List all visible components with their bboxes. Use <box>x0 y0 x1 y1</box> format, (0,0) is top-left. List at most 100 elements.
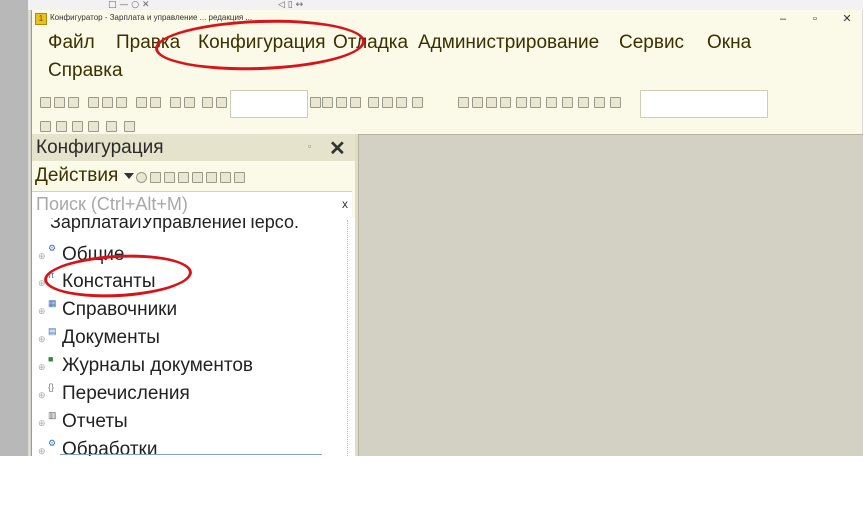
find-prev-icon[interactable] <box>350 97 361 108</box>
save-icon[interactable] <box>68 97 79 108</box>
preview-icon[interactable] <box>150 97 161 108</box>
config-panel-title: Конфигурация <box>36 137 164 158</box>
top-strip-glyphs-left: □ — ○ ✕ <box>108 0 150 10</box>
menu-service[interactable]: Сервис <box>619 31 684 55</box>
config-panel-header: Конфигурация ▫ ✕ <box>32 134 355 161</box>
new-icon[interactable] <box>40 97 51 108</box>
list-icon[interactable] <box>40 121 51 132</box>
folder-gears-icon: ⚙ <box>48 243 57 253</box>
close-window-button[interactable]: ✕ <box>836 11 858 27</box>
tree-root[interactable]: ЗарплатаИУправлениеПерсо. <box>50 218 299 233</box>
run-icon[interactable] <box>106 121 117 132</box>
enterprise-icon[interactable] <box>124 121 135 132</box>
expand-icon[interactable]: ⊕ <box>38 419 46 428</box>
paste-icon[interactable] <box>116 97 127 108</box>
find-icon[interactable] <box>202 97 213 108</box>
expand-icon[interactable]: ⊕ <box>38 391 46 400</box>
cut-icon[interactable] <box>88 97 99 108</box>
expand-icon[interactable]: ⊕ <box>38 335 46 344</box>
print-icon[interactable] <box>136 97 147 108</box>
tree-item-label: Отчеты <box>62 411 128 432</box>
tree-item-label: Журналы документов <box>62 355 254 376</box>
workspace-area <box>358 134 863 456</box>
actions-menu[interactable]: Действия <box>35 165 118 187</box>
pin-icon[interactable]: ▫ <box>308 141 311 151</box>
catalog-icon: ▦ <box>48 298 57 308</box>
properties-icon[interactable] <box>396 97 407 108</box>
window-title: Конфигуратор - Зарплата и управление ...… <box>50 13 253 22</box>
top-strip-glyphs-right: ◁ ▯ ↔ <box>278 0 304 10</box>
debug-step-icon[interactable] <box>472 97 483 108</box>
search-clear-icon[interactable]: x <box>342 197 348 211</box>
expand-icon[interactable]: ⊕ <box>38 252 46 261</box>
help-icon[interactable] <box>412 97 423 108</box>
stack-icon[interactable] <box>562 97 573 108</box>
menu-help[interactable]: Справка <box>48 59 123 83</box>
watch-icon[interactable] <box>530 97 541 108</box>
locals-icon[interactable] <box>578 97 589 108</box>
dropdown-arrow-icon[interactable] <box>310 97 321 108</box>
clear-search-icon[interactable] <box>322 97 333 108</box>
debug-step-over-icon[interactable] <box>486 97 497 108</box>
processing-icon: ⚙ <box>48 438 57 448</box>
delete-icon[interactable] <box>178 172 189 183</box>
measure-icon[interactable] <box>594 97 605 108</box>
tree-item-label: Справочники <box>62 299 178 320</box>
copy-item-icon[interactable] <box>164 172 175 183</box>
open-icon[interactable] <box>54 97 65 108</box>
close-panel-button[interactable]: ✕ <box>329 136 346 161</box>
tree-item-enums[interactable]: ⊕ {} Перечисления <box>32 381 342 407</box>
debug-start-icon[interactable] <box>458 97 469 108</box>
enum-icon: {} <box>48 382 55 392</box>
left-gutter <box>0 0 28 456</box>
search-icon[interactable] <box>216 97 227 108</box>
move-up-icon[interactable] <box>192 172 203 183</box>
debug-combo[interactable] <box>640 90 768 118</box>
timer-icon[interactable] <box>610 97 621 108</box>
tree-item-catalogs[interactable]: ⊕ ▦ Справочники <box>32 297 342 323</box>
redo-icon[interactable] <box>184 97 195 108</box>
config-search: x <box>32 191 352 220</box>
find-next-icon[interactable] <box>336 97 347 108</box>
undo-icon[interactable] <box>170 97 181 108</box>
module-icon[interactable] <box>88 121 99 132</box>
maximize-button[interactable]: ▫ <box>804 11 826 27</box>
tree-scrollbar[interactable] <box>347 220 350 456</box>
app-icon: 1 <box>35 13 47 25</box>
menu-windows[interactable]: Окна <box>707 31 751 55</box>
expand-icon[interactable]: ⊕ <box>38 307 46 316</box>
config-search-input[interactable] <box>32 192 346 217</box>
edit-icon[interactable] <box>150 172 161 183</box>
configurator-window: 1 Конфигуратор - Зарплата и управление .… <box>31 10 863 456</box>
syntax-icon[interactable] <box>368 97 379 108</box>
table-icon[interactable] <box>56 121 67 132</box>
menu-file[interactable]: Файл <box>48 31 95 55</box>
document-icon: ▤ <box>48 326 57 336</box>
tree-item-journals[interactable]: ⊕ ■ Журналы документов <box>32 353 342 379</box>
tree-item-documents[interactable]: ⊕ ▤ Документы <box>32 325 342 351</box>
breakpoint-icon[interactable] <box>516 97 527 108</box>
config-tree: ЗарплатаИУправлениеПерсо. ⊕ ⚙ Общие ⊕ π … <box>32 218 355 456</box>
main-toolbar <box>32 90 862 118</box>
journal-icon: ■ <box>48 354 54 364</box>
sort-icon[interactable] <box>220 172 231 183</box>
filter-icon[interactable] <box>234 172 245 183</box>
assistant-icon[interactable] <box>382 97 393 108</box>
search-combo[interactable] <box>230 90 308 118</box>
screenshot-area: □ — ○ ✕ ◁ ▯ ↔ 1 Конфигуратор - Зарплата … <box>0 0 863 456</box>
move-down-icon[interactable] <box>206 172 217 183</box>
report-icon: ▥ <box>48 410 57 420</box>
evaluate-icon[interactable] <box>546 97 557 108</box>
title-bar: 1 Конфигуратор - Зарплата и управление .… <box>32 10 862 28</box>
minimize-button[interactable]: – <box>772 11 794 27</box>
expand-icon[interactable]: ⊕ <box>38 363 46 372</box>
add-icon[interactable] <box>136 172 147 183</box>
actions-caret-icon[interactable] <box>124 173 134 179</box>
copy-icon[interactable] <box>102 97 113 108</box>
tree-focus-line <box>60 454 322 455</box>
menu-administration[interactable]: Администрирование <box>418 31 599 55</box>
tree-item-reports[interactable]: ⊕ ▥ Отчеты <box>32 409 342 435</box>
expand-icon[interactable]: ⊕ <box>38 447 46 456</box>
form-icon[interactable] <box>72 121 83 132</box>
debug-step-out-icon[interactable] <box>500 97 511 108</box>
